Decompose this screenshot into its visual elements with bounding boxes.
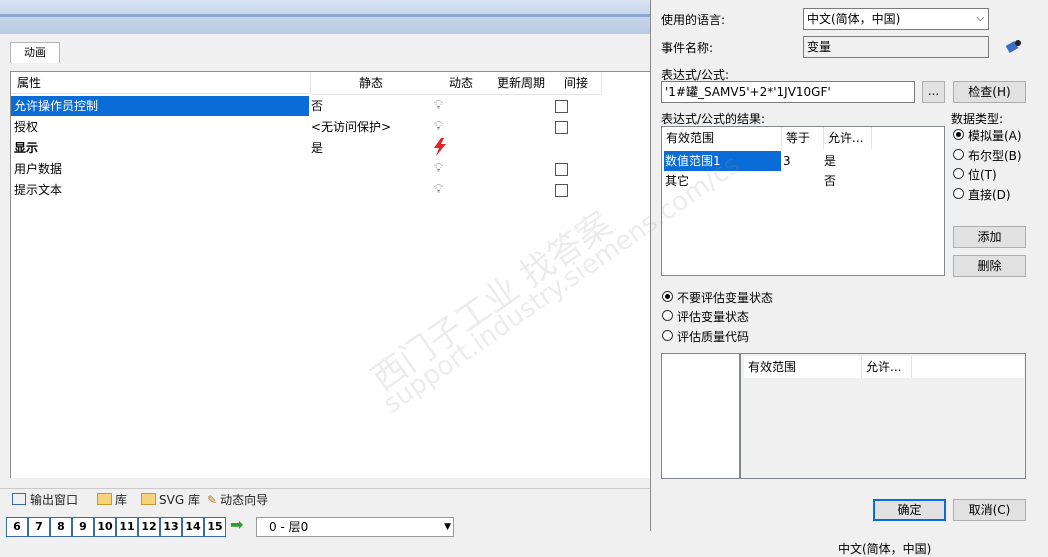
datatype-bool-label[interactable]: 布尔型(B) (968, 147, 1022, 164)
layer-number-button[interactable]: 8 (50, 517, 72, 537)
result-row-equal[interactable]: 3 (783, 151, 819, 171)
column-header-attribute[interactable]: 属性 (11, 72, 311, 94)
language-select[interactable]: 中文(简体，中国) ⌵ (803, 8, 989, 30)
datatype-bit-label[interactable]: 位(T) (968, 166, 997, 183)
tab-library[interactable]: 库 (97, 491, 127, 509)
result-label: 表达式/公式的结果: (661, 112, 766, 126)
language-select-value: 中文(简体，中国) (807, 12, 901, 26)
datatype-bit-radio[interactable] (953, 168, 964, 179)
result-header-equal[interactable]: 等于 (782, 127, 824, 149)
bulb-icon[interactable]: 💡︎ (434, 162, 443, 176)
result-row-allow[interactable]: 否 (824, 171, 864, 191)
datatype-bool-radio[interactable] (953, 149, 964, 160)
evaluate-status-radio[interactable] (662, 310, 673, 321)
result-row-allow[interactable]: 是 (824, 151, 864, 171)
column-header-update-cycle[interactable]: 更新周期 (491, 72, 552, 95)
arrow-right-icon[interactable]: ➡ (230, 516, 243, 534)
tab-svg-library[interactable]: SVG 库 (141, 491, 200, 509)
indirect-checkbox[interactable] (555, 100, 568, 113)
event-name-field: 变量 (803, 36, 989, 58)
tab-strip: 动画 (0, 34, 650, 65)
property-name-display[interactable]: 显示 (14, 138, 310, 158)
wand-icon: ✎ (207, 493, 218, 507)
no-evaluate-status-label[interactable]: 不要评估变量状态 (677, 289, 773, 306)
column-header-dynamic[interactable]: 动态 (431, 72, 492, 95)
cancel-button[interactable]: 取消(C) (953, 499, 1026, 521)
expression-input[interactable]: '1#罐_SAMV5'+2*'1JV10GF' (661, 81, 915, 103)
indirect-checkbox[interactable] (555, 184, 568, 197)
property-name-user-data[interactable]: 用户数据 (14, 159, 310, 179)
evaluate-quality-radio[interactable] (662, 330, 673, 341)
layer-number-button[interactable]: 12 (138, 517, 160, 537)
status-bar: 中文(简体，中国) (650, 531, 1048, 556)
result-row-range[interactable]: 数值范围1 (664, 151, 781, 171)
datatype-label: 数据类型: (951, 112, 1004, 126)
window-icon (12, 493, 26, 505)
evaluate-status-label[interactable]: 评估变量状态 (677, 308, 749, 325)
layer-number-button[interactable]: 15 (204, 517, 226, 537)
folder-icon (97, 493, 112, 505)
tab-dynamic-wizard[interactable]: ✎ 动态向导 (207, 491, 268, 509)
property-table: 属性 静态 动态 更新周期 间接 允许操作员控制 否 💡︎ 授权 <无访问保护>… (10, 71, 651, 478)
tag-icon[interactable] (1005, 38, 1023, 54)
tab-animation[interactable]: 动画 (10, 42, 60, 63)
layer-number-button[interactable]: 9 (72, 517, 94, 537)
quality-header-allow[interactable]: 允许... (862, 356, 912, 378)
browse-button[interactable]: ... (922, 81, 945, 103)
indirect-checkbox[interactable] (555, 121, 568, 134)
bulb-icon[interactable]: 💡︎ (434, 183, 443, 197)
property-name-operator-control[interactable]: 允许操作员控制 (11, 96, 309, 116)
layer-select-value: 0 - 层0 (269, 520, 309, 534)
status-language: 中文(简体，中国) (838, 542, 932, 556)
title-band (0, 0, 650, 34)
layer-select[interactable]: 0 - 层0 ▼ (256, 517, 454, 537)
layer-number-button[interactable]: 14 (182, 517, 204, 537)
quality-range-list[interactable]: 有效范围 允许... (740, 353, 1026, 479)
result-header-range[interactable]: 有效范围 (662, 127, 782, 149)
dynamic-dialog: 使用的语言: 中文(简体，中国) ⌵ 事件名称: 变量 表达式/公式: '1#罐… (650, 0, 1048, 531)
chevron-down-icon: ⌵ (976, 13, 984, 24)
layer-number-button[interactable]: 6 (6, 517, 28, 537)
result-list: 有效范围 等于 允许... 数值范围1 3 是 其它 否 (661, 126, 945, 276)
datatype-analog-label[interactable]: 模拟量(A) (968, 127, 1022, 144)
property-name-tooltip-text[interactable]: 提示文本 (14, 180, 310, 200)
delete-button[interactable]: 删除 (953, 255, 1026, 277)
result-row-range[interactable]: 其它 (665, 171, 781, 191)
datatype-direct-radio[interactable] (953, 188, 964, 199)
layer-number-button[interactable]: 11 (116, 517, 138, 537)
column-header-indirect[interactable]: 间接 (551, 72, 602, 95)
layer-number-button[interactable]: 10 (94, 517, 116, 537)
layer-number-button[interactable]: 13 (160, 517, 182, 537)
lightning-icon[interactable] (432, 138, 448, 156)
property-static-value[interactable]: 是 (311, 138, 431, 158)
folder-icon (141, 493, 156, 505)
quality-header-range[interactable]: 有效范围 (744, 356, 862, 378)
chevron-down-icon: ▼ (444, 522, 451, 532)
check-button[interactable]: 检查(H) (953, 81, 1026, 103)
evaluate-quality-label[interactable]: 评估质量代码 (677, 328, 749, 345)
property-static-value[interactable]: <无访问保护> (311, 117, 431, 137)
property-static-value[interactable]: 否 (311, 96, 431, 116)
language-label: 使用的语言: (661, 13, 726, 27)
result-header-allow[interactable]: 允许... (824, 127, 872, 149)
no-evaluate-status-radio[interactable] (662, 291, 673, 302)
datatype-analog-radio[interactable] (953, 129, 964, 140)
tab-output-window[interactable]: 输出窗口 (12, 491, 78, 509)
bulb-icon[interactable]: 💡︎ (434, 120, 443, 134)
bottom-bar: 输出窗口 库 SVG 库 ✎ 动态向导 6 7 8 9 10 11 12 13 1… (0, 488, 650, 551)
column-header-static[interactable]: 静态 (311, 72, 432, 95)
bulb-icon[interactable]: 💡︎ (434, 99, 443, 113)
quality-header-filler (912, 356, 1024, 378)
quality-list[interactable] (661, 353, 740, 479)
add-button[interactable]: 添加 (953, 226, 1026, 248)
event-name-label: 事件名称: (661, 41, 714, 55)
ok-button[interactable]: 确定 (873, 499, 946, 521)
indirect-checkbox[interactable] (555, 163, 568, 176)
property-name-authorization[interactable]: 授权 (14, 117, 310, 137)
layer-number-button[interactable]: 7 (28, 517, 50, 537)
datatype-direct-label[interactable]: 直接(D) (968, 186, 1011, 203)
